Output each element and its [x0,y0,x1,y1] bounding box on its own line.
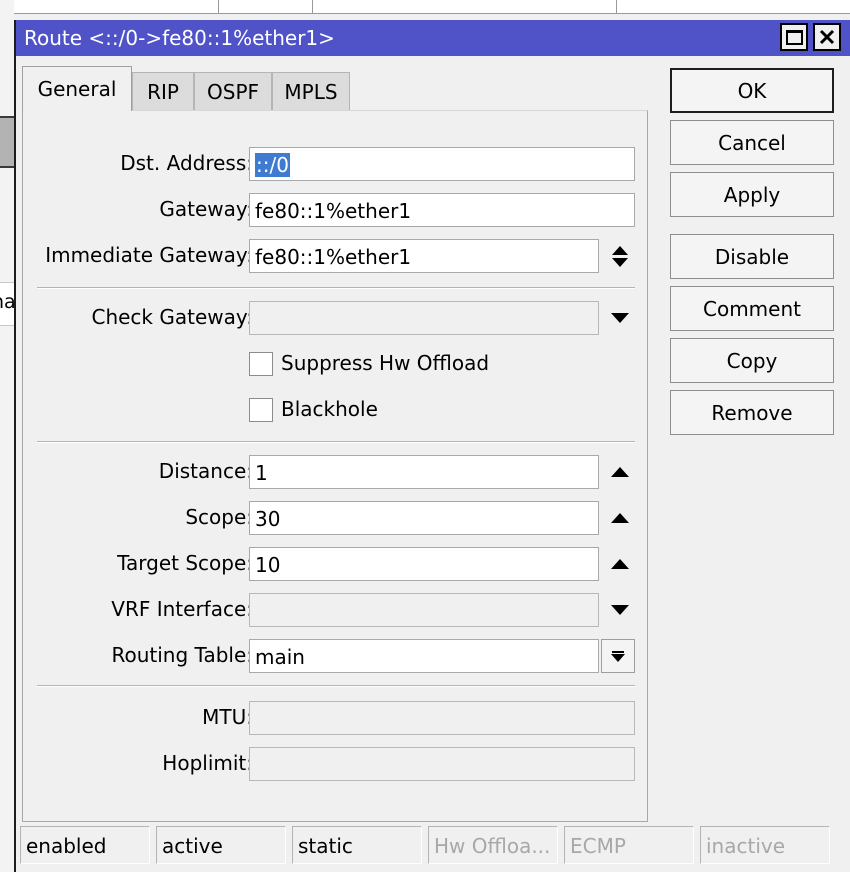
target-scope-field[interactable]: 10 [249,547,599,581]
vrf-interface-label: VRF Interface: [111,597,253,621]
tab-rip[interactable]: RIP [132,72,194,110]
status-active: active [156,826,286,864]
title-bar[interactable]: Route <::/0->fe80::1%ether1> [16,20,850,56]
suppress-hw-offload-checkbox[interactable] [249,352,273,376]
ok-button[interactable]: OK [670,68,834,113]
dst-address-label: Dst. Address: [120,151,253,175]
distance-field[interactable]: 1 [249,455,599,489]
window-title: Route <::/0->fe80::1%ether1> [24,26,335,50]
gateway-field[interactable]: fe80::1%ether1 [249,193,635,227]
close-button[interactable] [813,23,841,51]
scope-field[interactable]: 30 [249,501,599,535]
comment-button[interactable]: Comment [670,286,834,331]
target-scope-label: Target Scope: [117,551,253,575]
divider [37,685,635,687]
immediate-gateway-field[interactable]: fe80::1%ether1 [249,239,599,273]
routing-table-field[interactable]: main [249,639,599,673]
close-icon [819,29,835,45]
background-row: na [0,282,14,326]
check-gateway-dropdown-icon[interactable] [609,306,631,330]
gateway-label: Gateway: [159,197,253,221]
disable-button[interactable]: Disable [670,234,834,279]
remove-button[interactable]: Remove [670,390,834,435]
vrf-interface-dropdown-icon[interactable] [609,598,631,622]
status-hw-offload: Hw Offloa... [428,826,558,864]
tab-general[interactable]: General [22,66,132,111]
status-bar: enabled active static Hw Offloa... ECMP … [20,826,842,864]
apply-button[interactable]: Apply [670,172,834,217]
divider [37,287,635,289]
vrf-interface-field[interactable] [249,593,599,627]
suppress-hw-offload-label[interactable]: Suppress Hw Offload [281,351,489,375]
status-static: static [292,826,422,864]
blackhole-label[interactable]: Blackhole [281,397,378,421]
background-window-edge: na [0,0,14,872]
dst-address-value: ::/0 [255,153,290,177]
status-inactive: inactive [700,826,830,864]
background-table-header [0,0,850,14]
check-gateway-label: Check Gateway: [91,305,253,329]
hoplimit-field[interactable] [249,747,635,781]
target-scope-collapse-icon[interactable] [609,552,631,576]
routing-table-label: Routing Table: [111,643,254,667]
immediate-gateway-label: Immediate Gateway: [45,243,253,267]
maximize-icon [785,29,803,45]
scope-label: Scope: [185,505,253,529]
mtu-field[interactable] [249,701,635,735]
divider [37,441,635,443]
background-row-text: na [0,291,14,313]
dropdown-bar-icon [612,650,624,653]
status-ecmp: ECMP [564,826,694,864]
routing-table-dropdown-button[interactable] [601,639,635,673]
mtu-label: MTU: [202,705,253,729]
hoplimit-label: Hoplimit: [162,751,253,775]
distance-collapse-icon[interactable] [609,460,631,484]
distance-label: Distance: [158,459,253,483]
chevron-down-icon [611,653,625,662]
copy-button[interactable]: Copy [670,338,834,383]
general-tab-panel: Dst. Address: ::/0 Gateway: fe80::1%ethe… [22,110,648,822]
immediate-gateway-updown-icon[interactable] [609,244,631,268]
route-dialog: Route <::/0->fe80::1%ether1> General RIP… [14,20,850,872]
dst-address-field[interactable]: ::/0 [249,147,635,181]
blackhole-checkbox[interactable] [249,398,273,422]
status-enabled: enabled [20,826,150,864]
cancel-button[interactable]: Cancel [670,120,834,165]
tab-ospf[interactable]: OSPF [194,72,272,110]
maximize-button[interactable] [780,23,808,51]
tab-mpls[interactable]: MPLS [272,72,350,110]
scope-collapse-icon[interactable] [609,506,631,530]
check-gateway-field[interactable] [249,301,599,335]
